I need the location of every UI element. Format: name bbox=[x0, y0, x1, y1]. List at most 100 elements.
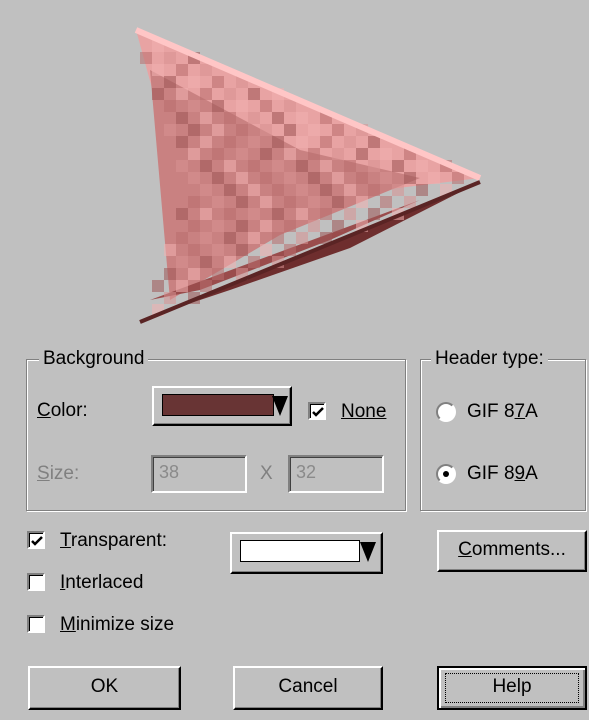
none-label[interactable]: None bbox=[341, 401, 386, 423]
header-type-legend: Header type: bbox=[431, 348, 548, 370]
preview-pixel bbox=[164, 76, 176, 88]
preview-pixel bbox=[248, 232, 260, 244]
ok-button[interactable]: OK bbox=[28, 666, 181, 710]
preview-pixel bbox=[284, 172, 296, 184]
comments-button[interactable]: Comments... bbox=[437, 530, 587, 572]
preview-pixel bbox=[272, 160, 284, 172]
preview-pixel bbox=[200, 64, 212, 76]
preview-pixel bbox=[248, 160, 260, 172]
preview-pixel bbox=[188, 172, 200, 184]
preview-pixel bbox=[224, 184, 236, 196]
preview-pixel bbox=[176, 160, 188, 172]
preview-pixel bbox=[320, 208, 332, 220]
preview-pixel bbox=[224, 232, 236, 244]
none-checkbox[interactable] bbox=[308, 402, 326, 420]
preview-pixel bbox=[260, 244, 272, 256]
transparent-checkbox[interactable] bbox=[27, 531, 45, 549]
preview-pixel bbox=[188, 220, 200, 232]
gif89a-radio[interactable] bbox=[436, 464, 456, 484]
preview-pixel bbox=[152, 88, 164, 100]
transparent-color-picker[interactable] bbox=[230, 532, 383, 574]
preview-pixel bbox=[236, 148, 248, 160]
preview-pixel bbox=[188, 148, 200, 160]
preview-pixel bbox=[356, 172, 368, 184]
preview-pixel bbox=[260, 196, 272, 208]
preview-pixel bbox=[224, 136, 236, 148]
preview-pixel bbox=[260, 148, 272, 160]
width-field[interactable]: 38 bbox=[151, 455, 247, 493]
size-label: Size: bbox=[37, 463, 80, 484]
preview-pixel bbox=[308, 172, 320, 184]
preview-pixel bbox=[164, 100, 176, 112]
preview-pixel bbox=[296, 112, 308, 124]
preview-pixel bbox=[164, 244, 176, 256]
background-color-picker[interactable] bbox=[152, 386, 292, 426]
preview-pixel bbox=[308, 220, 320, 232]
preview-pixel bbox=[248, 208, 260, 220]
transparent-label[interactable]: Transparent: bbox=[60, 530, 167, 552]
preview-pixel bbox=[236, 220, 248, 232]
preview-pixel bbox=[164, 124, 176, 136]
preview-pixel bbox=[176, 136, 188, 148]
preview-pixel bbox=[248, 88, 260, 100]
preview-pixel bbox=[152, 280, 164, 292]
cancel-button[interactable]: Cancel bbox=[233, 666, 383, 710]
preview-pixel bbox=[272, 232, 284, 244]
preview-pixel bbox=[212, 76, 224, 88]
preview-pixel bbox=[236, 244, 248, 256]
minimize-size-label[interactable]: Minimize size bbox=[60, 614, 174, 636]
preview-pixel bbox=[200, 280, 212, 292]
preview-pixel bbox=[428, 172, 440, 184]
preview-pixel bbox=[368, 160, 380, 172]
preview-pixel bbox=[368, 208, 380, 220]
preview-pixel bbox=[260, 124, 272, 136]
preview-pixel bbox=[344, 184, 356, 196]
preview-pixel bbox=[392, 184, 404, 196]
height-field[interactable]: 32 bbox=[288, 455, 384, 493]
preview-pixel bbox=[308, 124, 320, 136]
preview-pixel bbox=[224, 112, 236, 124]
preview-pixel bbox=[212, 196, 224, 208]
preview-pixel bbox=[320, 136, 332, 148]
preview-pixel bbox=[452, 172, 464, 184]
color-label: Color: bbox=[37, 400, 88, 421]
preview-pixel bbox=[236, 124, 248, 136]
ok-button-label: OK bbox=[90, 676, 119, 697]
preview-pixel bbox=[260, 100, 272, 112]
preview-pixel bbox=[140, 52, 152, 64]
gif89a-label[interactable]: GIF 89A bbox=[467, 463, 538, 485]
preview-pixel bbox=[272, 136, 284, 148]
transparent-color-swatch bbox=[240, 540, 360, 562]
preview-pixel bbox=[332, 148, 344, 160]
interlaced-checkbox[interactable] bbox=[27, 573, 45, 591]
preview-pixel bbox=[212, 100, 224, 112]
preview-pixel bbox=[224, 88, 236, 100]
preview-pixel bbox=[248, 112, 260, 124]
dropdown-arrow-icon bbox=[360, 542, 376, 562]
preview-pixel bbox=[284, 148, 296, 160]
image-preview bbox=[134, 27, 482, 324]
preview-pixel bbox=[416, 160, 428, 172]
preview-pixel bbox=[188, 76, 200, 88]
preview-pixel bbox=[320, 160, 332, 172]
preview-pixel bbox=[332, 220, 344, 232]
interlaced-label[interactable]: Interlaced bbox=[60, 572, 143, 594]
preview-pixel bbox=[380, 196, 392, 208]
preview-pixel bbox=[236, 172, 248, 184]
help-button[interactable]: Help bbox=[437, 666, 587, 710]
gif87a-radio[interactable] bbox=[436, 402, 456, 422]
preview-pixel bbox=[344, 136, 356, 148]
preview-pixel bbox=[296, 136, 308, 148]
focus-ring bbox=[445, 673, 579, 703]
gif87a-label[interactable]: GIF 87A bbox=[467, 401, 538, 423]
preview-pixel bbox=[212, 148, 224, 160]
red-arrow-pointer-icon bbox=[134, 27, 482, 324]
preview-pixel bbox=[332, 124, 344, 136]
preview-pixel bbox=[368, 136, 380, 148]
preview-pixel bbox=[200, 112, 212, 124]
preview-pixel bbox=[272, 112, 284, 124]
preview-pixel bbox=[296, 208, 308, 220]
preview-pixel bbox=[380, 148, 392, 160]
minimize-size-checkbox[interactable] bbox=[27, 615, 45, 633]
preview-pixel bbox=[176, 88, 188, 100]
